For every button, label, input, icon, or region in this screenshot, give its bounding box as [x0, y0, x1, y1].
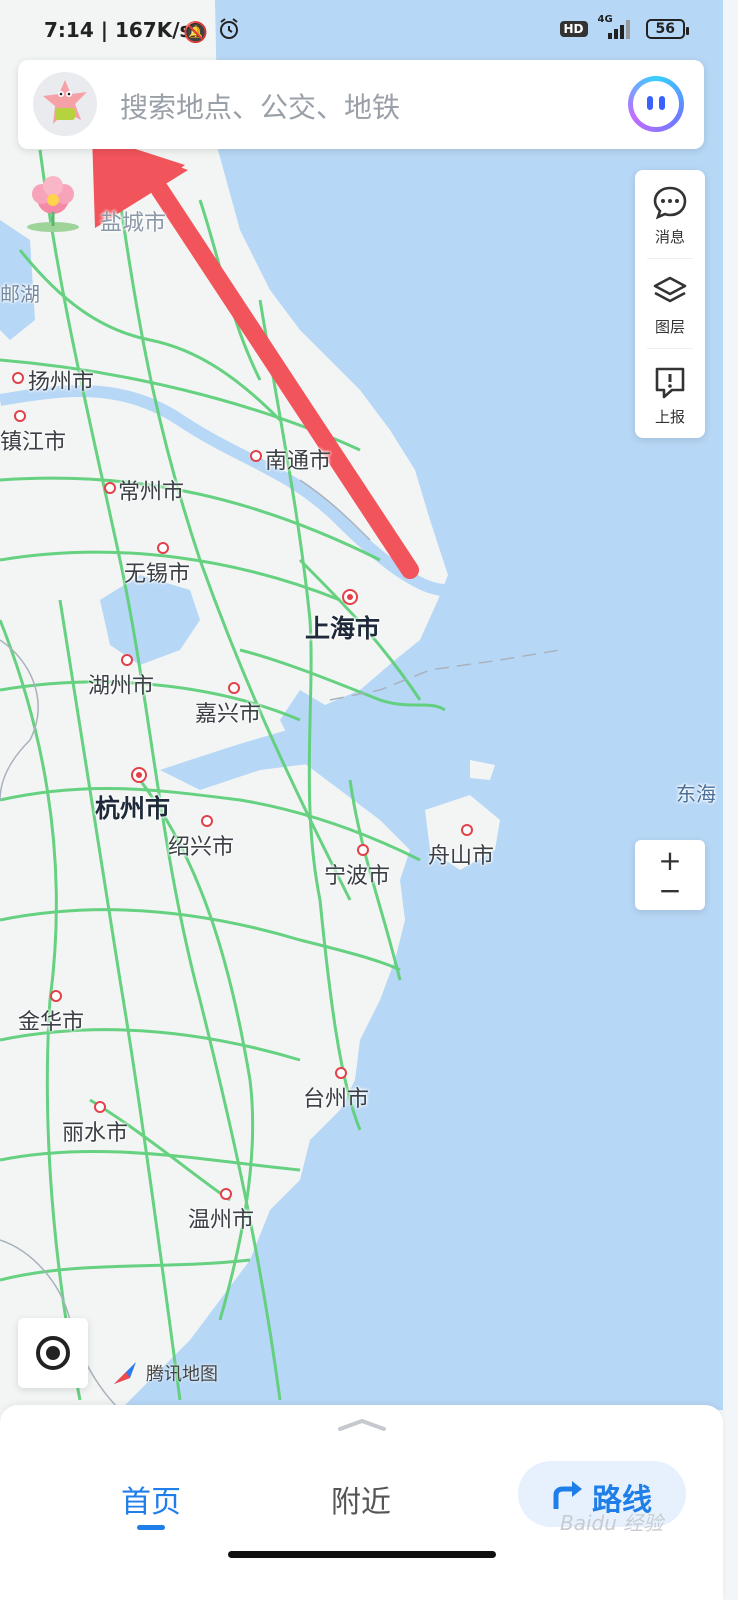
- city-label-taizhou[interactable]: 台州市: [303, 1081, 369, 1113]
- divider: [647, 348, 693, 349]
- city-marker: [201, 815, 213, 827]
- city-label-gaoyou: 邮湖: [0, 282, 40, 306]
- city-marker-major: [131, 767, 147, 783]
- city-marker: [104, 482, 116, 494]
- voice-assistant-icon[interactable]: [628, 76, 684, 132]
- city-marker: [121, 654, 133, 666]
- message-icon: [653, 186, 687, 220]
- locate-icon: [36, 1336, 70, 1370]
- tab-home[interactable]: 首页: [121, 1477, 181, 1521]
- city-marker: [228, 682, 240, 694]
- status-bar: 7:14 | 167K/s 🔕 HD 4G 56: [0, 0, 723, 60]
- city-label-changzhou[interactable]: 常州市: [118, 474, 184, 506]
- report-icon: [655, 367, 685, 399]
- zoom-out-button[interactable]: −: [635, 876, 705, 906]
- city-marker: [220, 1188, 232, 1200]
- avatar[interactable]: [33, 72, 97, 136]
- alarm-icon: [218, 18, 240, 44]
- city-label-lishui[interactable]: 丽水市: [62, 1115, 128, 1147]
- city-marker-major: [342, 589, 358, 605]
- status-time: 7:14 | 167K/s: [44, 18, 192, 42]
- city-label-yancheng: 盐城市: [100, 211, 167, 236]
- map-tools-panel: 消息 图层 上报: [635, 170, 705, 438]
- watermark: Baidu 经验: [560, 1511, 664, 1535]
- city-label-shaoxing[interactable]: 绍兴市: [168, 829, 234, 861]
- battery-indicator: 56: [645, 19, 690, 39]
- city-label-wuxi[interactable]: 无锡市: [124, 556, 190, 588]
- city-label-hangzhou[interactable]: 杭州市: [95, 789, 170, 825]
- zoom-in-button[interactable]: +: [635, 846, 705, 876]
- layers-label: 图层: [654, 318, 685, 336]
- city-marker: [461, 824, 473, 836]
- city-label-zhoushan[interactable]: 舟山市: [428, 838, 494, 870]
- city-marker: [357, 844, 369, 856]
- divider: [647, 258, 693, 259]
- city-marker: [250, 450, 262, 462]
- city-marker: [94, 1101, 106, 1113]
- map-brand: 腾讯地图: [112, 1360, 218, 1386]
- map-brand-label: 腾讯地图: [146, 1364, 218, 1385]
- city-label-nantong[interactable]: 南通市: [265, 443, 331, 475]
- locate-button[interactable]: [18, 1318, 88, 1388]
- tencent-map-logo-icon: [114, 1362, 136, 1384]
- tab-home-indicator: [137, 1525, 165, 1530]
- city-label-yangzhou[interactable]: 扬州市: [28, 364, 94, 396]
- city-label-jinhua[interactable]: 金华市: [18, 1004, 84, 1036]
- zoom-control[interactable]: + −: [635, 840, 705, 910]
- bottom-sheet[interactable]: 首页 附近 路线 Baidu 经验: [0, 1405, 723, 1600]
- report-button[interactable]: 上报: [635, 350, 705, 438]
- tab-nearby[interactable]: 附近: [331, 1477, 391, 1521]
- city-marker: [335, 1067, 347, 1079]
- chevron-up-icon[interactable]: [337, 1417, 387, 1433]
- sea-label-donghai: 东海: [676, 782, 716, 806]
- city-marker: [14, 410, 26, 422]
- signal-icon: 4G: [598, 14, 636, 40]
- city-marker: [12, 372, 24, 384]
- city-label-huzhou[interactable]: 湖州市: [88, 668, 154, 700]
- layers-button[interactable]: 图层: [635, 260, 705, 348]
- city-label-ningbo[interactable]: 宁波市: [324, 858, 390, 890]
- search-input[interactable]: 搜索地点、公交、地铁: [120, 86, 400, 126]
- report-label: 上报: [654, 408, 685, 426]
- city-label-shanghai[interactable]: 上海市: [305, 609, 380, 645]
- city-label-zhenjiang[interactable]: 镇江市: [0, 424, 66, 456]
- messages-button[interactable]: 消息: [635, 170, 705, 258]
- city-marker: [157, 542, 169, 554]
- city-label-jiaxing[interactable]: 嘉兴市: [195, 696, 261, 728]
- messages-label: 消息: [654, 228, 685, 246]
- home-indicator[interactable]: [228, 1551, 496, 1558]
- hd-badge: HD: [559, 21, 588, 37]
- city-marker: [50, 990, 62, 1002]
- flower-badge-icon[interactable]: [22, 172, 84, 234]
- layers-icon: [653, 276, 687, 303]
- search-bar[interactable]: 搜索地点、公交、地铁: [18, 60, 704, 149]
- map-view[interactable]: 邮湖 盐城市 扬州市 镇江市 南通市 常州市 无锡市 上海市 湖州市 嘉兴市 杭…: [0, 0, 723, 1410]
- mute-icon: 🔕: [183, 20, 208, 44]
- city-label-wenzhou[interactable]: 温州市: [188, 1202, 254, 1234]
